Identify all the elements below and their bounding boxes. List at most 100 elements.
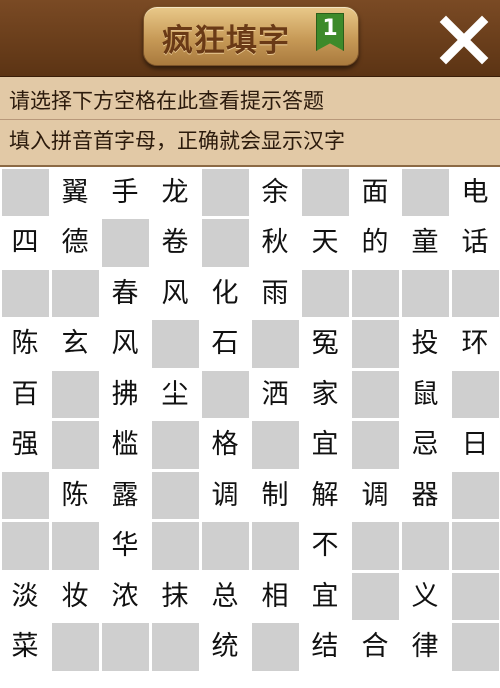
grid-letter-cell[interactable]: 调 (351, 471, 399, 519)
grid-block-cell[interactable] (351, 522, 399, 570)
grid-letter-cell[interactable]: 拂 (101, 370, 149, 418)
grid-letter-cell[interactable]: 忌 (401, 421, 449, 469)
grid-letter-cell[interactable]: 春 (101, 269, 149, 317)
grid-block-cell[interactable] (351, 269, 399, 317)
grid-letter-cell[interactable]: 玄 (51, 320, 99, 368)
grid-block-cell[interactable] (251, 522, 299, 570)
grid-letter-cell[interactable]: 华 (101, 522, 149, 570)
grid-block-cell[interactable] (151, 320, 199, 368)
grid-block-cell[interactable] (301, 168, 349, 216)
grid-block-cell[interactable] (451, 471, 499, 519)
grid-letter-cell[interactable]: 相 (251, 572, 299, 620)
grid-letter-cell[interactable]: 手 (101, 168, 149, 216)
grid-letter-cell[interactable]: 天 (301, 219, 349, 267)
grid-block-cell[interactable] (51, 370, 99, 418)
grid-letter-cell[interactable]: 淡 (1, 572, 49, 620)
grid-block-cell[interactable] (201, 168, 249, 216)
grid-letter-cell[interactable]: 调 (201, 471, 249, 519)
grid-letter-cell[interactable]: 的 (351, 219, 399, 267)
grid-letter-cell[interactable]: 妆 (51, 572, 99, 620)
grid-block-cell[interactable] (51, 623, 99, 671)
grid-letter-cell[interactable]: 义 (401, 572, 449, 620)
grid-letter-cell[interactable]: 不 (301, 522, 349, 570)
grid-letter-cell[interactable]: 统 (201, 623, 249, 671)
grid-block-cell[interactable] (451, 522, 499, 570)
grid-letter-cell[interactable]: 器 (401, 471, 449, 519)
grid-letter-cell[interactable]: 制 (251, 471, 299, 519)
grid-block-cell[interactable] (451, 623, 499, 671)
grid-letter-cell[interactable]: 百 (1, 370, 49, 418)
grid-letter-cell[interactable]: 龙 (151, 168, 199, 216)
grid-block-cell[interactable] (251, 623, 299, 671)
grid-letter-cell[interactable]: 合 (351, 623, 399, 671)
grid-block-cell[interactable] (1, 522, 49, 570)
grid-block-cell[interactable] (151, 421, 199, 469)
grid-block-cell[interactable] (451, 269, 499, 317)
grid-letter-cell[interactable]: 卷 (151, 219, 199, 267)
grid-letter-cell[interactable]: 鼠 (401, 370, 449, 418)
grid-letter-cell[interactable]: 家 (301, 370, 349, 418)
grid-letter-cell[interactable]: 洒 (251, 370, 299, 418)
grid-letter-cell[interactable]: 陈 (51, 471, 99, 519)
grid-letter-cell[interactable]: 浓 (101, 572, 149, 620)
grid-letter-cell[interactable]: 话 (451, 219, 499, 267)
close-button[interactable] (438, 14, 490, 66)
grid-letter-cell[interactable]: 尘 (151, 370, 199, 418)
grid-letter-cell[interactable]: 强 (1, 421, 49, 469)
grid-block-cell[interactable] (151, 471, 199, 519)
grid-block-cell[interactable] (351, 370, 399, 418)
grid-block-cell[interactable] (201, 370, 249, 418)
grid-letter-cell[interactable]: 风 (101, 320, 149, 368)
grid-block-cell[interactable] (401, 168, 449, 216)
grid-block-cell[interactable] (201, 219, 249, 267)
grid-block-cell[interactable] (101, 219, 149, 267)
grid-letter-cell[interactable]: 童 (401, 219, 449, 267)
grid-letter-cell[interactable]: 抹 (151, 572, 199, 620)
grid-block-cell[interactable] (401, 269, 449, 317)
grid-letter-cell[interactable]: 面 (351, 168, 399, 216)
grid-block-cell[interactable] (351, 320, 399, 368)
grid-letter-cell[interactable]: 投 (401, 320, 449, 368)
grid-letter-cell[interactable]: 德 (51, 219, 99, 267)
grid-block-cell[interactable] (251, 320, 299, 368)
grid-block-cell[interactable] (51, 522, 99, 570)
grid-block-cell[interactable] (251, 421, 299, 469)
grid-letter-cell[interactable]: 日 (451, 421, 499, 469)
grid-letter-cell[interactable]: 宜 (301, 421, 349, 469)
grid-letter-cell[interactable]: 律 (401, 623, 449, 671)
grid-letter-cell[interactable]: 格 (201, 421, 249, 469)
grid-letter-cell[interactable]: 化 (201, 269, 249, 317)
grid-letter-cell[interactable]: 陈 (1, 320, 49, 368)
grid-letter-cell[interactable]: 结 (301, 623, 349, 671)
grid-block-cell[interactable] (1, 471, 49, 519)
grid-letter-cell[interactable]: 秋 (251, 219, 299, 267)
grid-letter-cell[interactable]: 余 (251, 168, 299, 216)
grid-block-cell[interactable] (151, 623, 199, 671)
grid-letter-cell[interactable]: 冤 (301, 320, 349, 368)
grid-letter-cell[interactable]: 风 (151, 269, 199, 317)
grid-letter-cell[interactable]: 总 (201, 572, 249, 620)
grid-letter-cell[interactable]: 宜 (301, 572, 349, 620)
grid-letter-cell[interactable]: 环 (451, 320, 499, 368)
grid-block-cell[interactable] (351, 421, 399, 469)
grid-block-cell[interactable] (1, 168, 49, 216)
grid-block-cell[interactable] (351, 572, 399, 620)
grid-letter-cell[interactable]: 电 (451, 168, 499, 216)
grid-letter-cell[interactable]: 翼 (51, 168, 99, 216)
grid-block-cell[interactable] (301, 269, 349, 317)
grid-block-cell[interactable] (1, 269, 49, 317)
grid-letter-cell[interactable]: 石 (201, 320, 249, 368)
grid-letter-cell[interactable]: 菜 (1, 623, 49, 671)
grid-letter-cell[interactable]: 解 (301, 471, 349, 519)
grid-letter-cell[interactable]: 槛 (101, 421, 149, 469)
grid-block-cell[interactable] (51, 421, 99, 469)
grid-block-cell[interactable] (451, 370, 499, 418)
grid-block-cell[interactable] (151, 522, 199, 570)
grid-letter-cell[interactable]: 露 (101, 471, 149, 519)
grid-block-cell[interactable] (51, 269, 99, 317)
grid-letter-cell[interactable]: 雨 (251, 269, 299, 317)
grid-block-cell[interactable] (101, 623, 149, 671)
grid-block-cell[interactable] (201, 522, 249, 570)
grid-letter-cell[interactable]: 四 (1, 219, 49, 267)
grid-block-cell[interactable] (401, 522, 449, 570)
